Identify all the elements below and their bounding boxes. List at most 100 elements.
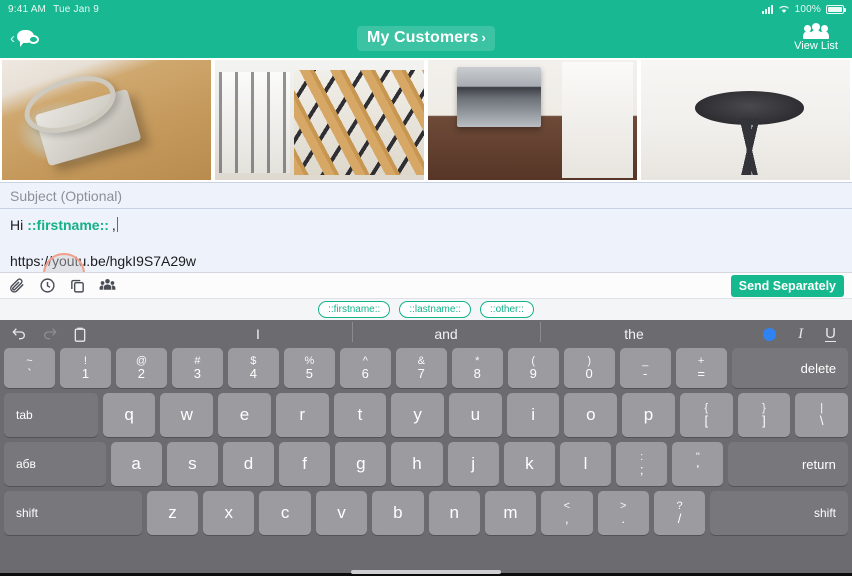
key-bot-label: 4 xyxy=(249,366,257,381)
key-x[interactable]: x xyxy=(203,491,255,535)
paste-clipboard-icon[interactable] xyxy=(72,326,88,343)
underline-icon[interactable]: U xyxy=(825,326,836,342)
suggestion-3[interactable]: the xyxy=(540,322,728,342)
key-2[interactable]: @2 xyxy=(115,348,167,388)
key-bot-label: \ xyxy=(819,413,824,428)
key-top-label: : xyxy=(640,451,644,463)
key-comma[interactable]: <, xyxy=(541,491,593,535)
key-top-label: + xyxy=(697,355,705,367)
suggestion-2[interactable]: and xyxy=(352,322,540,342)
send-separately-button[interactable]: Send Separately xyxy=(730,275,844,297)
greeting-comma: , xyxy=(111,217,116,233)
chip-firstname[interactable]: ::firstname:: xyxy=(318,301,391,318)
key-q[interactable]: q xyxy=(102,393,156,437)
key-top-label: " xyxy=(695,451,700,463)
key-6[interactable]: ^ 6 xyxy=(339,348,391,388)
key-semicolon[interactable]: :; xyxy=(616,442,668,486)
key-e[interactable]: e xyxy=(218,393,271,437)
key-a[interactable]: a xyxy=(110,442,162,486)
key-shift-right[interactable]: shift xyxy=(710,491,848,535)
key-quote[interactable]: " ' xyxy=(672,442,724,486)
key-i[interactable]: i xyxy=(506,393,560,437)
photo-staircase-and-hallway[interactable] xyxy=(215,60,424,180)
key-top-label: ( xyxy=(531,355,536,367)
italic-icon[interactable]: I xyxy=(798,326,803,343)
key-3[interactable]: #3 xyxy=(171,348,223,388)
key-top-label: > xyxy=(619,500,627,512)
key-backtick[interactable]: ~ ` xyxy=(4,348,55,388)
key-s[interactable]: s xyxy=(166,442,218,486)
key-backslash[interactable]: | \ xyxy=(795,393,849,437)
key-4[interactable]: $4 xyxy=(227,348,279,388)
keyboard-row-numbers: ~ ` ! 1 @2 #3 $4 % 5 ^ 6 & 7 * 8 (9 ) 0 _ - + = d… xyxy=(4,348,849,388)
key-h[interactable]: h xyxy=(391,442,443,486)
key-5[interactable]: % 5 xyxy=(283,348,335,388)
key-slash[interactable]: ? / xyxy=(653,491,706,535)
key-k[interactable]: k xyxy=(503,442,555,486)
key-bracket-left[interactable]: {[ xyxy=(679,393,733,437)
key-z[interactable]: z xyxy=(146,491,199,535)
key-f[interactable]: f xyxy=(279,442,331,486)
key-j[interactable]: j xyxy=(447,442,499,486)
view-list-button[interactable]: View List xyxy=(794,23,842,53)
key-r[interactable]: r xyxy=(275,393,329,437)
photo-black-stool-interior[interactable] xyxy=(641,60,850,180)
back-to-messages-button[interactable]: ‹ xyxy=(10,29,39,48)
key-bot-label: , xyxy=(565,511,569,526)
photo-house-keys-on-wood-floor[interactable] xyxy=(2,60,211,180)
key-y[interactable]: y xyxy=(391,393,445,437)
attach-paperclip-icon[interactable] xyxy=(9,277,26,294)
photo-kitchen-oven-dark-floor[interactable] xyxy=(428,60,637,180)
key-w[interactable]: w xyxy=(160,393,214,437)
key-top-label: ! xyxy=(83,355,87,367)
group-people-icon xyxy=(803,23,830,40)
key-l[interactable]: l xyxy=(559,442,612,486)
key-equals[interactable]: + = xyxy=(675,348,727,388)
key-bot-label: ; xyxy=(639,462,644,477)
cellular-signal-icon xyxy=(761,4,773,14)
undo-icon[interactable] xyxy=(10,326,28,342)
key-v[interactable]: v xyxy=(315,491,368,535)
key-d[interactable]: d xyxy=(222,442,275,486)
key-tab[interactable]: tab xyxy=(4,393,98,437)
redo-icon[interactable] xyxy=(41,326,59,342)
key-g[interactable]: g xyxy=(335,442,387,486)
key-bot-label: ] xyxy=(762,413,766,428)
key-language-caps[interactable]: абв xyxy=(4,442,106,486)
text-caret xyxy=(116,217,118,232)
message-body-field[interactable]: Hi ::firstname:: , https://youtu.be/hgkI… xyxy=(0,209,852,295)
key-top-label: @ xyxy=(135,355,147,367)
chip-lastname[interactable]: ::lastname:: xyxy=(399,301,472,318)
key-1[interactable]: ! 1 xyxy=(59,348,111,388)
chip-other[interactable]: ::other:: xyxy=(480,301,534,318)
key-shift-left[interactable]: shift xyxy=(4,491,142,535)
duplicate-copy-icon[interactable] xyxy=(69,277,86,294)
key-c[interactable]: c xyxy=(259,491,311,535)
key-u[interactable]: u xyxy=(449,393,502,437)
view-list-label: View List xyxy=(794,40,838,52)
key-8[interactable]: * 8 xyxy=(451,348,503,388)
key-9[interactable]: (9 xyxy=(507,348,559,388)
subject-field[interactable]: Subject (Optional) xyxy=(0,182,852,209)
key-t[interactable]: t xyxy=(333,393,387,437)
key-0[interactable]: ) 0 xyxy=(563,348,615,388)
schedule-clock-icon[interactable] xyxy=(39,277,56,294)
home-indicator[interactable] xyxy=(351,570,501,574)
recipients-group-icon[interactable] xyxy=(99,277,116,294)
key-p[interactable]: p xyxy=(622,393,675,437)
battery-percent: 100% xyxy=(794,3,821,15)
bold-icon[interactable] xyxy=(763,327,777,341)
key-minus[interactable]: _ - xyxy=(619,348,671,388)
recipient-group-title-button[interactable]: My Customers › xyxy=(357,25,495,51)
key-return[interactable]: return xyxy=(728,442,848,486)
key-o[interactable]: o xyxy=(564,393,618,437)
key-m[interactable]: m xyxy=(484,491,537,535)
key-n[interactable]: n xyxy=(428,491,480,535)
key-bracket-right[interactable]: }] xyxy=(737,393,791,437)
key-delete[interactable]: delete xyxy=(731,348,849,388)
key-7[interactable]: & 7 xyxy=(395,348,447,388)
key-b[interactable]: b xyxy=(372,491,424,535)
key-period[interactable]: >. xyxy=(597,491,649,535)
suggestion-1[interactable]: I xyxy=(164,326,352,342)
key-bot-label: 7 xyxy=(417,366,425,381)
